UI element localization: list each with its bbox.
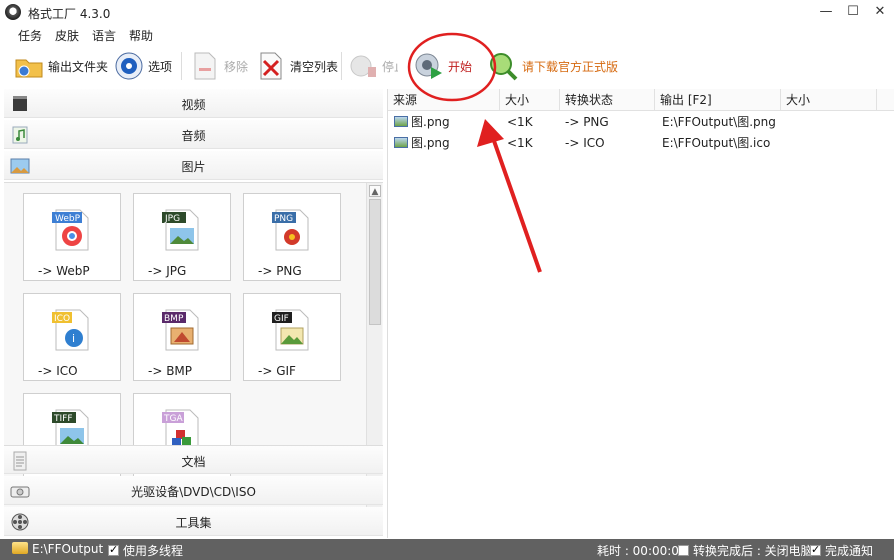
menu-language[interactable]: 语言 xyxy=(92,27,116,44)
close-button[interactable]: ✕ xyxy=(866,0,894,24)
scroll-up-arrow-icon[interactable]: ▲ xyxy=(369,185,381,197)
gear-icon xyxy=(114,51,144,81)
elapsed-time: 耗时 : 00:00:00 xyxy=(597,544,687,558)
format-tile-gif[interactable]: GIF -> GIF xyxy=(243,293,341,381)
window-title: 格式工厂 4.3.0 xyxy=(28,7,111,21)
row-source: 图.png xyxy=(394,133,450,154)
table-row[interactable]: 图.png <1K -> ICO E:\FFOutput\图.ico xyxy=(388,133,894,154)
minimize-button[interactable]: — xyxy=(812,0,840,24)
svg-text:JPG: JPG xyxy=(164,214,180,224)
column-header-status[interactable]: 转换状态 xyxy=(560,89,655,111)
remove-document-icon xyxy=(190,51,220,81)
ico-file-icon: ICO i xyxy=(52,308,92,352)
menu-skin[interactable]: 皮肤 xyxy=(55,27,79,44)
notify-checkbox[interactable]: 完成通知 xyxy=(810,542,873,559)
svg-text:PNG: PNG xyxy=(274,214,293,224)
category-audio[interactable]: 音频 xyxy=(4,120,383,149)
row-output: E:\FFOutput\图.png xyxy=(662,115,776,129)
category-tools[interactable]: 工具集 xyxy=(4,507,383,536)
category-image[interactable]: 图片 xyxy=(4,151,383,180)
magnifier-globe-icon xyxy=(488,51,518,81)
checkbox-unchecked-icon xyxy=(678,545,689,556)
start-play-icon xyxy=(414,51,444,81)
row-size: <1K xyxy=(507,115,533,129)
output-path-link[interactable]: E:\FFOutput xyxy=(12,542,103,556)
checkbox-checked-icon xyxy=(810,543,821,556)
category-disc-device[interactable]: 光驱设备\DVD\CD\ISO xyxy=(4,476,383,505)
stop-icon xyxy=(348,51,378,81)
image-file-icon xyxy=(394,116,408,127)
toolbar: 输出文件夹 选项 移除 清空列表 停止 开始 请下载官方正式版 xyxy=(0,44,894,88)
format-tile-jpg[interactable]: JPG -> JPG xyxy=(133,193,231,281)
title-bar: 格式工厂 4.3.0 — ☐ ✕ xyxy=(0,0,894,24)
svg-text:i: i xyxy=(72,332,75,345)
format-tile-webp[interactable]: WebP -> WebP xyxy=(23,193,121,281)
maximize-button[interactable]: ☐ xyxy=(839,0,867,24)
png-file-icon: PNG xyxy=(272,208,312,252)
row-output: E:\FFOutput\图.ico xyxy=(662,136,771,150)
app-logo-icon xyxy=(5,4,21,20)
category-video[interactable]: 视频 xyxy=(4,89,383,118)
category-document[interactable]: 文档 xyxy=(4,445,383,474)
gif-file-icon: GIF xyxy=(272,308,312,352)
category-panel: 视频 音频 图片 WebP -> WebP JPG -> JPG PNG -> … xyxy=(4,89,383,538)
image-file-icon xyxy=(394,137,408,148)
svg-text:BMP: BMP xyxy=(164,314,184,324)
menu-bar: 任务 皮肤 语言 帮助 xyxy=(0,24,894,44)
clear-list-button[interactable]: 清空列表 xyxy=(256,50,338,82)
clear-list-icon xyxy=(256,51,286,81)
folder-icon xyxy=(14,51,44,81)
svg-text:TIFF: TIFF xyxy=(53,414,73,424)
toolbar-separator xyxy=(181,52,182,80)
task-list: 来源 大小 转换状态 输出 [F2] 大小 图.png <1K -> PNG E… xyxy=(387,89,894,538)
webp-file-icon: WebP xyxy=(52,208,92,252)
bmp-file-icon: BMP xyxy=(162,308,202,352)
column-header-output-size[interactable]: 大小 xyxy=(781,89,877,111)
table-row[interactable]: 图.png <1K -> PNG E:\FFOutput\图.png xyxy=(388,112,894,133)
row-status: -> PNG xyxy=(565,115,609,129)
output-folder-button[interactable]: 输出文件夹 xyxy=(14,50,108,82)
column-header-output[interactable]: 输出 [F2] xyxy=(655,89,781,111)
menu-help[interactable]: 帮助 xyxy=(129,27,153,44)
toolbar-separator xyxy=(341,52,342,80)
folder-icon xyxy=(12,542,28,554)
multithread-checkbox[interactable]: 使用多线程 xyxy=(108,542,183,559)
column-header-size[interactable]: 大小 xyxy=(500,89,560,111)
options-button[interactable]: 选项 xyxy=(114,50,172,82)
jpg-file-icon: JPG xyxy=(162,208,202,252)
start-button[interactable]: 开始 xyxy=(414,50,472,82)
format-tile-png[interactable]: PNG -> PNG xyxy=(243,193,341,281)
format-tile-bmp[interactable]: BMP -> BMP xyxy=(133,293,231,381)
svg-text:WebP: WebP xyxy=(55,214,81,224)
checkbox-checked-icon xyxy=(108,543,119,556)
row-source: 图.png xyxy=(394,112,450,133)
format-tile-ico[interactable]: ICO i -> ICO xyxy=(23,293,121,381)
svg-text:GIF: GIF xyxy=(274,314,289,324)
column-header-source[interactable]: 来源 xyxy=(388,89,500,111)
task-list-header: 来源 大小 转换状态 输出 [F2] 大小 xyxy=(388,89,894,111)
download-official-button[interactable]: 请下载官方正式版 xyxy=(488,50,618,82)
status-bar: E:\FFOutput 使用多线程 耗时 : 00:00:00 转换完成后 : … xyxy=(0,539,894,560)
svg-text:ICO: ICO xyxy=(54,314,70,324)
svg-text:TGA: TGA xyxy=(163,414,183,424)
after-convert-option[interactable]: 转换完成后 : 关闭电脑 xyxy=(678,542,813,559)
menu-task[interactable]: 任务 xyxy=(18,27,42,44)
remove-button[interactable]: 移除 xyxy=(190,50,248,82)
row-status: -> ICO xyxy=(565,136,605,150)
scroll-thumb[interactable] xyxy=(369,199,381,325)
stop-button[interactable]: 停止 xyxy=(348,50,398,82)
row-size: <1K xyxy=(507,136,533,150)
